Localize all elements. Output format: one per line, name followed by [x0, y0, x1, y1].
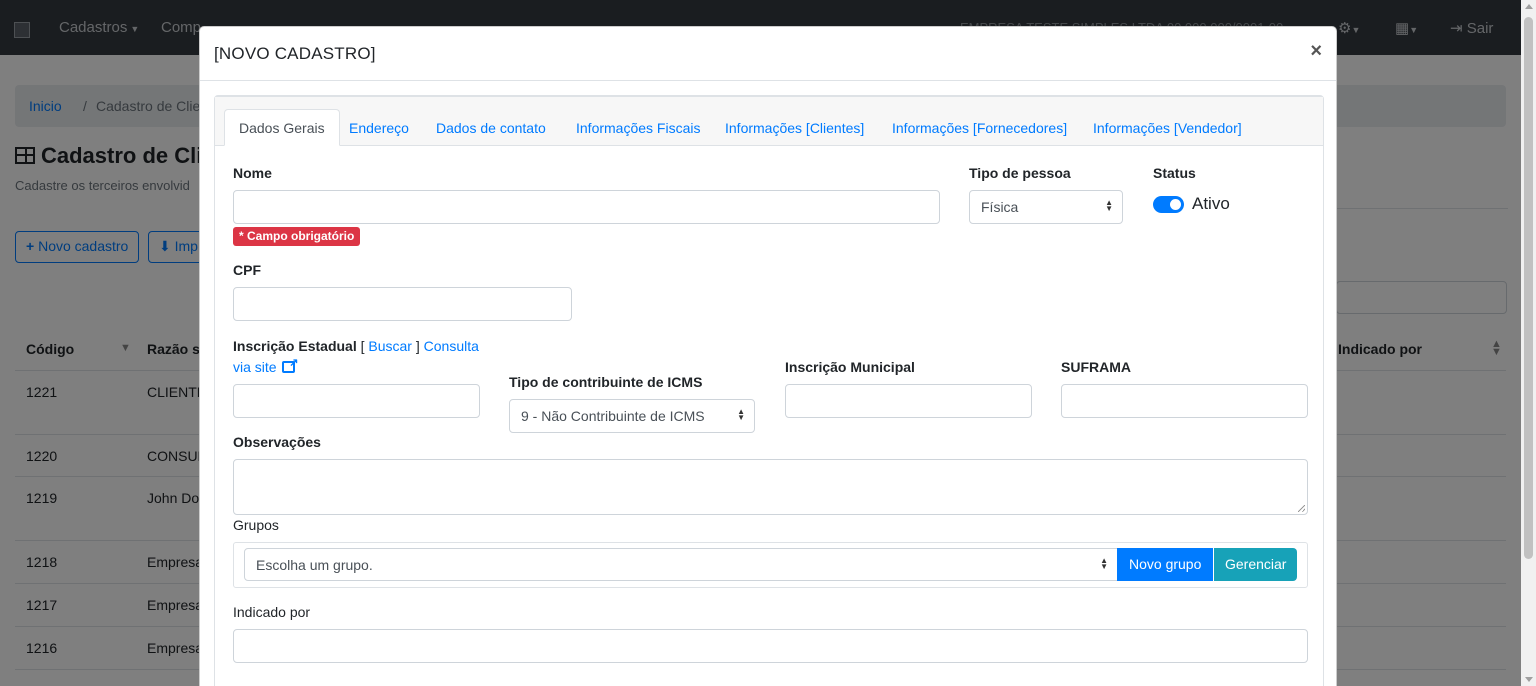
bracket: ] — [415, 338, 420, 354]
scroll-down-arrow-icon[interactable] — [1525, 677, 1533, 682]
ie-consulta-link[interactable]: Consulta — [424, 338, 479, 354]
novo-grupo-button[interactable]: Novo grupo — [1117, 548, 1214, 581]
ie-consulta-link-line2[interactable]: via site — [233, 356, 298, 375]
select-arrows-icon: ▲ ▼ — [1100, 556, 1108, 571]
required-field-badge: * Campo obrigatório — [233, 227, 361, 246]
grupos-select[interactable]: Escolha um grupo. ▲ ▼ — [244, 548, 1118, 581]
suframa-label: SUFRAMA — [1061, 359, 1131, 375]
status-label: Status — [1153, 165, 1196, 181]
observacoes-textarea[interactable] — [233, 459, 1308, 515]
external-link-icon[interactable] — [282, 356, 298, 373]
form-card: Dados Gerais Endereço Dados de contato I… — [214, 95, 1324, 686]
grupos-input-group: Escolha um grupo. ▲ ▼ Novo grupo Gerencia… — [233, 542, 1308, 588]
tab-informacoes-vendedor[interactable]: Informações [Vendedor] — [1093, 120, 1242, 136]
modal-header: [NOVO CADASTRO] × — [200, 27, 1336, 81]
grupos-placeholder: Escolha um grupo. — [256, 557, 373, 573]
inscricao-municipal-label: Inscrição Municipal — [785, 359, 915, 375]
icms-select[interactable]: 9 - Não Contribuinte de ICMS ▲ ▼ — [509, 399, 755, 433]
gerenciar-button[interactable]: Gerenciar — [1214, 548, 1298, 581]
toggle-knob — [1170, 199, 1181, 210]
tab-informacoes-fornecedores[interactable]: Informações [Fornecedores] — [892, 120, 1067, 136]
select-arrows-icon: ▲ ▼ — [737, 407, 745, 422]
suframa-input[interactable] — [1061, 384, 1308, 418]
indicado-por-input[interactable] — [233, 629, 1308, 663]
tab-informacoes-fiscais[interactable]: Informações Fiscais — [576, 120, 700, 136]
observacoes-label: Observações — [233, 434, 321, 450]
grupos-label: Grupos — [233, 517, 279, 533]
tipo-pessoa-label: Tipo de pessoa — [969, 165, 1071, 181]
nome-label: Nome — [233, 165, 272, 181]
scroll-up-arrow-icon[interactable] — [1525, 4, 1533, 9]
ie-consulta-link-text[interactable]: via site — [233, 359, 277, 375]
tab-bar: Dados Gerais Endereço Dados de contato I… — [215, 97, 1323, 146]
tipo-pessoa-value: Física — [981, 199, 1019, 215]
cpf-label: CPF — [233, 262, 261, 278]
inscricao-estadual-label: Inscrição Estadual [ Buscar ] Consulta — [233, 338, 479, 354]
cpf-input[interactable] — [233, 287, 572, 321]
new-record-modal: [NOVO CADASTRO] × Dados Gerais Endereço … — [199, 26, 1337, 686]
tab-dados-contato[interactable]: Dados de contato — [436, 120, 546, 136]
scrollbar-thumb[interactable] — [1524, 17, 1533, 559]
nome-input[interactable] — [233, 190, 940, 224]
page-scrollbar[interactable] — [1521, 0, 1536, 686]
ie-buscar-link[interactable]: Buscar — [368, 338, 412, 354]
modal-title: [NOVO CADASTRO] — [214, 44, 376, 63]
tipo-pessoa-select[interactable]: Física ▲ ▼ — [969, 190, 1123, 224]
tab-informacoes-clientes[interactable]: Informações [Clientes] — [725, 120, 864, 136]
tab-dados-gerais[interactable]: Dados Gerais — [224, 109, 340, 146]
status-toggle[interactable] — [1153, 196, 1184, 213]
icms-label: Tipo de contribuinte de ICMS — [509, 374, 703, 390]
resize-grip-icon[interactable] — [1298, 505, 1305, 512]
bracket: [ — [360, 338, 365, 354]
inscricao-municipal-input[interactable] — [785, 384, 1032, 418]
tab-endereco[interactable]: Endereço — [349, 120, 409, 136]
ie-label-text: Inscrição Estadual — [233, 338, 357, 354]
close-icon[interactable]: × — [1310, 40, 1322, 63]
icms-value: 9 - Não Contribuinte de ICMS — [521, 408, 705, 424]
select-arrows-icon: ▲ ▼ — [1105, 198, 1113, 213]
indicado-por-label: Indicado por — [233, 604, 311, 620]
status-value: Ativo — [1192, 194, 1230, 213]
inscricao-estadual-input[interactable] — [233, 384, 480, 418]
